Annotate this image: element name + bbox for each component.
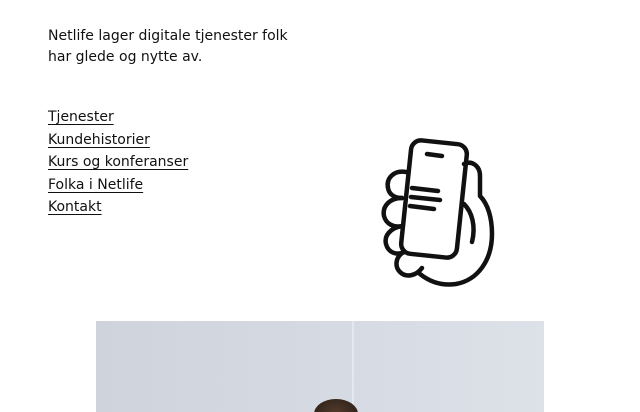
nav-link-tjenester[interactable]: Tjenester	[48, 109, 114, 125]
nav-link-folka-i-netlife[interactable]: Folka i Netlife	[48, 177, 143, 193]
nav-item-kontakt: Kontakt	[48, 196, 188, 219]
nav-link-kurs-og-konferanser[interactable]: Kurs og konferanser	[48, 154, 188, 170]
nav-link-kontakt[interactable]: Kontakt	[48, 199, 102, 215]
photo-wall-seam	[352, 321, 354, 412]
nav-item-tjenester: Tjenester	[48, 106, 188, 129]
nav-item-folka-i-netlife: Folka i Netlife	[48, 174, 188, 197]
hand-holding-phone-icon	[381, 138, 495, 287]
nav-item-kundehistorier: Kundehistorier	[48, 129, 188, 152]
nav-item-kurs-og-konferanser: Kurs og konferanser	[48, 151, 188, 174]
nav-link-kundehistorier[interactable]: Kundehistorier	[48, 132, 150, 148]
intro-line-2: har glede og nytte av.	[48, 49, 203, 65]
intro-line-1: Netlife lager digitale tjenester folk	[48, 28, 288, 44]
main-navigation: Tjenester Kundehistorier Kurs og konfera…	[48, 106, 188, 219]
team-photo	[96, 321, 544, 412]
intro-text: Netlife lager digitale tjenester folk ha…	[48, 26, 308, 68]
